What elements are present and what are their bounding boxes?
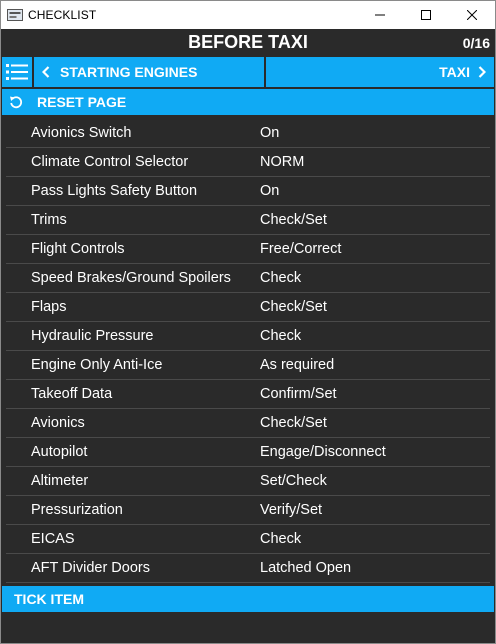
checklist-row[interactable]: Climate Control Selector NORM	[1, 148, 495, 177]
next-page-label: TAXI	[439, 64, 470, 80]
prev-page-button[interactable]: STARTING ENGINES	[34, 57, 264, 87]
page-header: BEFORE TAXI 0/16	[1, 29, 495, 57]
checklist-row[interactable]: Speed Brakes/Ground Spoilers Check	[1, 264, 495, 293]
minimize-icon	[375, 14, 385, 16]
checklist-row[interactable]: Engine Only Anti-Ice As required	[1, 351, 495, 380]
menu-button[interactable]	[2, 57, 32, 87]
window-title: CHECKLIST	[28, 8, 97, 22]
checklist-row[interactable]: EICAS Check	[1, 525, 495, 554]
item-value: Check	[260, 328, 302, 344]
list-menu-icon	[6, 64, 28, 80]
minimize-button[interactable]	[357, 1, 403, 29]
checklist-row[interactable]: Flaps Check/Set	[1, 293, 495, 322]
item-label: Takeoff Data	[31, 386, 113, 402]
item-label: Hydraulic Pressure	[31, 328, 154, 344]
checklist-row[interactable]: Takeoff Data Confirm/Set	[1, 380, 495, 409]
checklist-row[interactable]: Avionics Check/Set	[1, 409, 495, 438]
item-value: Engage/Disconnect	[260, 444, 386, 460]
checklist-row[interactable]: Altimeter Set/Check	[1, 467, 495, 496]
item-label: Altimeter	[31, 473, 89, 489]
item-value: Check/Set	[260, 299, 327, 315]
checklist-row[interactable]: Autopilot Engage/Disconnect	[1, 438, 495, 467]
item-value: On	[260, 125, 280, 141]
item-value: Latched Open	[260, 560, 352, 576]
item-label: Pass Lights Safety Button	[31, 183, 198, 199]
item-label: Speed Brakes/Ground Spoilers	[31, 270, 231, 286]
checklist-row[interactable]: Pass Lights Safety Button On	[1, 177, 495, 206]
item-label: AFT Divider Doors	[31, 560, 150, 576]
item-label: EICAS	[31, 531, 75, 547]
window-controls	[357, 1, 495, 29]
item-label: Avionics Switch	[31, 125, 132, 141]
item-label: Avionics	[31, 415, 85, 431]
maximize-icon	[421, 10, 431, 20]
app-icon	[7, 9, 23, 21]
item-value: As required	[260, 357, 335, 373]
item-value: Free/Correct	[260, 241, 342, 257]
checklist-row[interactable]: Avionics Switch On	[1, 119, 495, 148]
item-label: Flight Controls	[31, 241, 125, 257]
item-value: Check	[260, 270, 302, 286]
item-value: On	[260, 183, 280, 199]
nav-bar: STARTING ENGINES TAXI	[1, 57, 495, 87]
item-value: Check/Set	[260, 212, 327, 228]
checklist-row[interactable]: Trims Check/Set	[1, 206, 495, 235]
item-label: Trims	[31, 212, 67, 228]
item-value: Verify/Set	[260, 502, 323, 518]
reset-page-label: RESET PAGE	[37, 94, 127, 110]
item-value: NORM	[260, 154, 305, 170]
checklist-row[interactable]: Hydraulic Pressure Check	[1, 322, 495, 351]
reset-icon	[9, 95, 23, 109]
checklist-row[interactable]: Pressurization Verify/Set	[1, 496, 495, 525]
item-label: Engine Only Anti-Ice	[31, 357, 163, 373]
close-button[interactable]	[449, 1, 495, 29]
item-label: Flaps	[31, 299, 67, 315]
checklist-row[interactable]: AFT Divider Doors Latched Open	[1, 554, 495, 583]
close-icon	[467, 10, 477, 20]
item-label: Autopilot	[31, 444, 88, 460]
chevron-right-icon	[478, 66, 486, 78]
item-value: Check/Set	[260, 415, 327, 431]
chevron-left-icon	[42, 66, 50, 78]
checklist-window: CHECKLIST BEFORE TAXI 0/16 STARTING ENGI…	[0, 0, 496, 644]
item-value: Check	[260, 531, 302, 547]
title-bar[interactable]: CHECKLIST	[1, 1, 495, 29]
page-title: BEFORE TAXI	[188, 32, 308, 52]
tick-item-button[interactable]: TICK ITEM	[2, 586, 494, 612]
reset-page-button[interactable]: RESET PAGE	[2, 89, 494, 115]
tick-item-label: TICK ITEM	[14, 591, 84, 607]
item-value: Set/Check	[260, 473, 327, 489]
prev-page-label: STARTING ENGINES	[60, 64, 198, 80]
progress-counter: 0/16	[462, 35, 490, 51]
item-label: Pressurization	[31, 502, 123, 518]
maximize-button[interactable]	[403, 1, 449, 29]
next-page-button[interactable]: TAXI	[266, 57, 494, 87]
checklist-items: Avionics Switch On Climate Control Select…	[1, 119, 495, 583]
item-label: Climate Control Selector	[31, 154, 189, 170]
item-value: Confirm/Set	[260, 386, 337, 402]
checklist-row[interactable]: Flight Controls Free/Correct	[1, 235, 495, 264]
